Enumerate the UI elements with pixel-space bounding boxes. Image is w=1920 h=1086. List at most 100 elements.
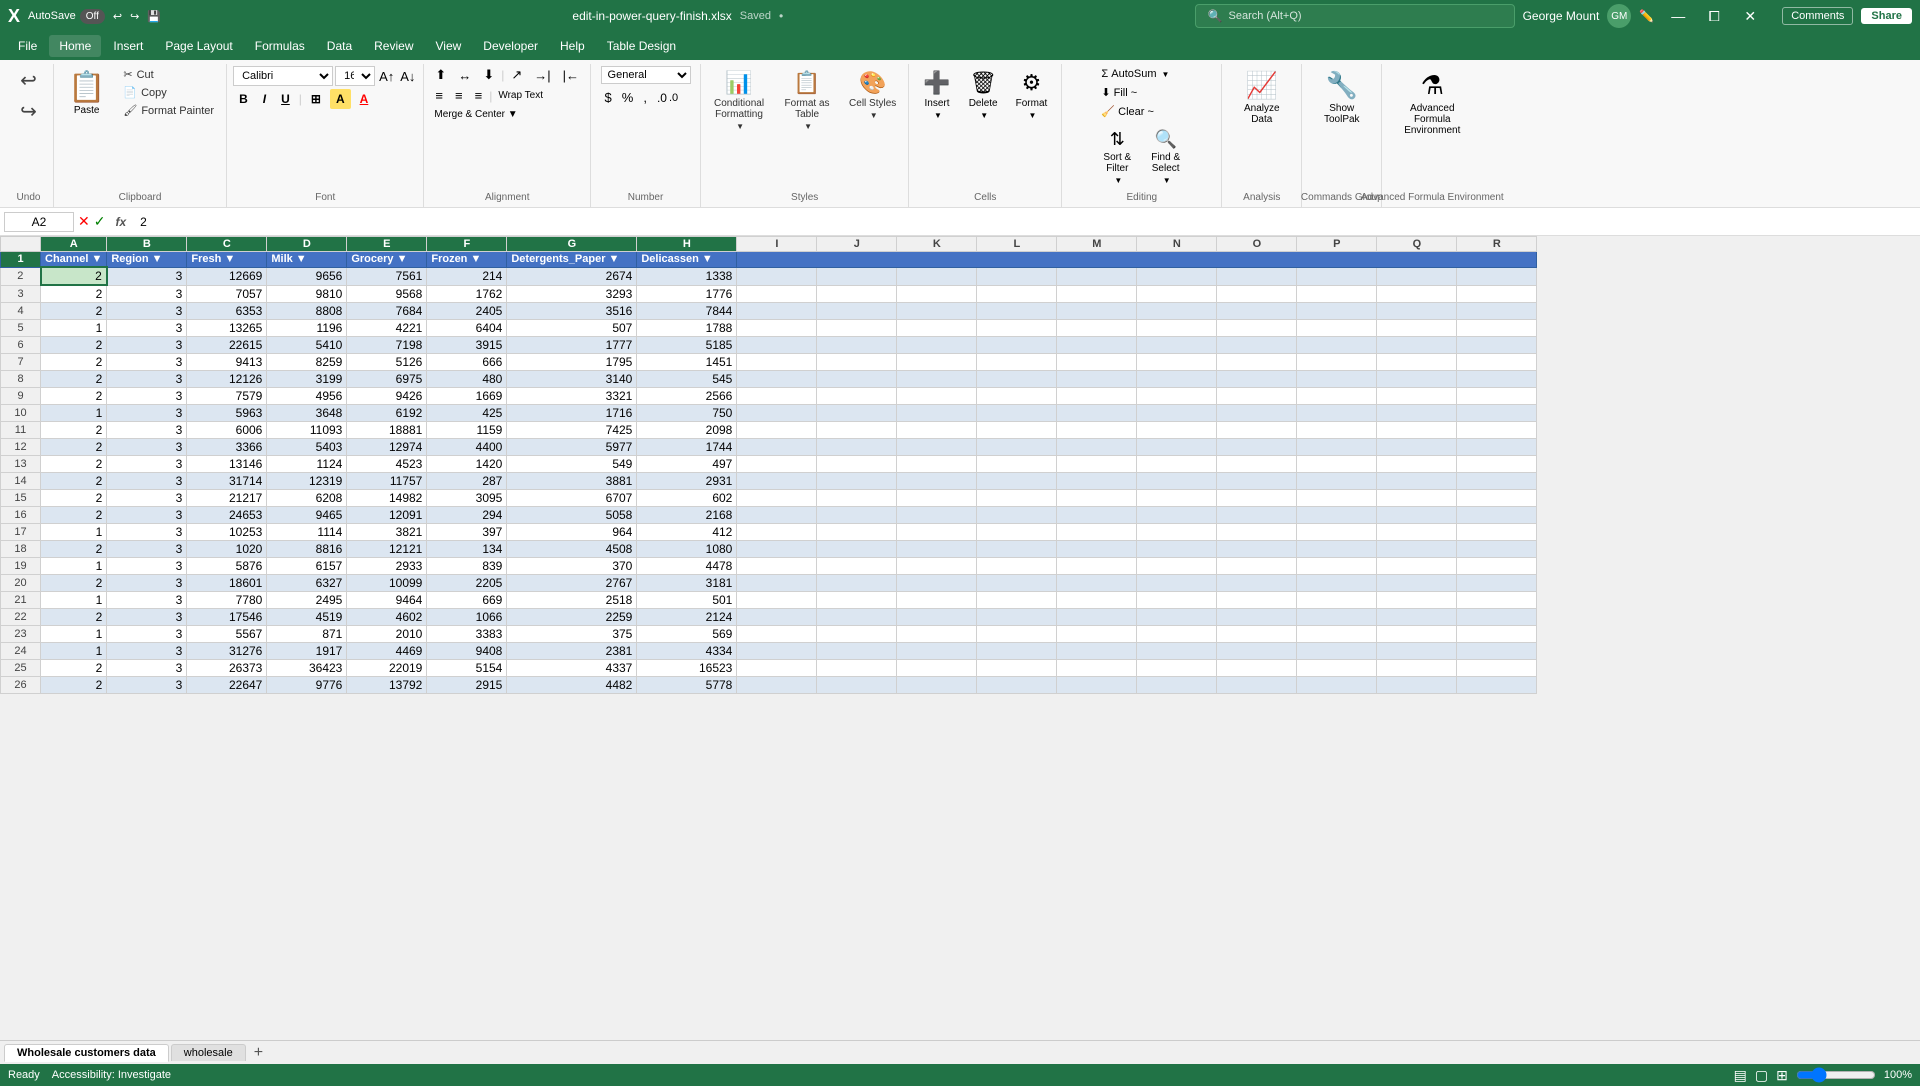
empty-cell[interactable] xyxy=(1057,541,1137,558)
cell-A10[interactable]: 1 xyxy=(41,405,107,422)
align-bottom-button[interactable]: ⬇ xyxy=(478,66,499,84)
empty-cell[interactable] xyxy=(1297,524,1377,541)
wrap-text-button[interactable]: Wrap Text xyxy=(494,88,547,103)
col-header-A[interactable]: A xyxy=(41,237,107,252)
copy-button[interactable]: 📄 Copy xyxy=(117,84,220,101)
cell-G20[interactable]: 2767 xyxy=(507,575,637,592)
empty-cell[interactable] xyxy=(817,541,897,558)
empty-cell[interactable] xyxy=(817,473,897,490)
empty-cell[interactable] xyxy=(1457,558,1537,575)
empty-cell[interactable] xyxy=(977,456,1057,473)
empty-cell[interactable] xyxy=(897,677,977,694)
empty-cell[interactable] xyxy=(1297,507,1377,524)
cell-H16[interactable]: 2168 xyxy=(637,507,737,524)
empty-cell[interactable] xyxy=(1217,303,1297,320)
fill-button[interactable]: ⬇ Fill ~ xyxy=(1095,84,1175,101)
empty-cell[interactable] xyxy=(897,422,977,439)
empty-cell[interactable] xyxy=(977,267,1057,285)
cell-D19[interactable]: 6157 xyxy=(267,558,347,575)
cell-D7[interactable]: 8259 xyxy=(267,354,347,371)
cell-H25[interactable]: 16523 xyxy=(637,660,737,677)
empty-cell[interactable] xyxy=(1137,541,1217,558)
empty-cell[interactable] xyxy=(1057,507,1137,524)
empty-cell[interactable] xyxy=(1297,285,1377,303)
cell-H4[interactable]: 7844 xyxy=(637,303,737,320)
empty-cell[interactable] xyxy=(1297,388,1377,405)
cell-D15[interactable]: 6208 xyxy=(267,490,347,507)
menu-view[interactable]: View xyxy=(426,35,472,57)
zoom-slider[interactable] xyxy=(1796,1067,1876,1083)
col-header-Q[interactable]: Q xyxy=(1377,237,1457,252)
cell-B22[interactable]: 3 xyxy=(107,609,187,626)
cell-G11[interactable]: 7425 xyxy=(507,422,637,439)
cell-A22[interactable]: 2 xyxy=(41,609,107,626)
formula-check-icon[interactable]: ✕ xyxy=(78,213,90,230)
empty-cell[interactable] xyxy=(1217,677,1297,694)
col-header-K[interactable]: K xyxy=(897,237,977,252)
cell-F16[interactable]: 294 xyxy=(427,507,507,524)
cell-E5[interactable]: 4221 xyxy=(347,320,427,337)
empty-cell[interactable] xyxy=(977,285,1057,303)
cell-C26[interactable]: 22647 xyxy=(187,677,267,694)
empty-cell[interactable] xyxy=(1297,643,1377,660)
empty-cell[interactable] xyxy=(817,388,897,405)
cell-B23[interactable]: 3 xyxy=(107,626,187,643)
cell-D4[interactable]: 8808 xyxy=(267,303,347,320)
cell-A4[interactable]: 2 xyxy=(41,303,107,320)
cell-F20[interactable]: 2205 xyxy=(427,575,507,592)
empty-cell[interactable] xyxy=(1137,303,1217,320)
row-num-13[interactable]: 13 xyxy=(1,456,41,473)
cell-G16[interactable]: 5058 xyxy=(507,507,637,524)
cell-E25[interactable]: 22019 xyxy=(347,660,427,677)
cell-D10[interactable]: 3648 xyxy=(267,405,347,422)
cut-button[interactable]: ✂ Cut xyxy=(117,66,220,83)
cell-G14[interactable]: 3881 xyxy=(507,473,637,490)
row-num-7[interactable]: 7 xyxy=(1,354,41,371)
cell-F25[interactable]: 5154 xyxy=(427,660,507,677)
cell-B4[interactable]: 3 xyxy=(107,303,187,320)
empty-cell[interactable] xyxy=(897,507,977,524)
cell-B17[interactable]: 3 xyxy=(107,524,187,541)
cell-F19[interactable]: 839 xyxy=(427,558,507,575)
empty-cell[interactable] xyxy=(817,371,897,388)
empty-cell[interactable] xyxy=(1057,422,1137,439)
cell-A20[interactable]: 2 xyxy=(41,575,107,592)
cell-H15[interactable]: 602 xyxy=(637,490,737,507)
empty-cell[interactable] xyxy=(1377,405,1457,422)
empty-cell[interactable] xyxy=(1137,267,1217,285)
edit-icon[interactable]: ✏️ xyxy=(1639,9,1654,23)
cell-G6[interactable]: 1777 xyxy=(507,337,637,354)
cell-A9[interactable]: 2 xyxy=(41,388,107,405)
formula-enter-icon[interactable]: ✓ xyxy=(94,213,106,230)
empty-cell[interactable] xyxy=(1297,592,1377,609)
empty-cell[interactable] xyxy=(897,303,977,320)
formula-input[interactable] xyxy=(136,213,1916,231)
cell-G22[interactable]: 2259 xyxy=(507,609,637,626)
cell-B2[interactable]: 3 xyxy=(107,267,187,285)
menu-data[interactable]: Data xyxy=(317,35,362,57)
cell-H14[interactable]: 2931 xyxy=(637,473,737,490)
cell-E3[interactable]: 9568 xyxy=(347,285,427,303)
cell-B13[interactable]: 3 xyxy=(107,456,187,473)
empty-cell[interactable] xyxy=(1297,267,1377,285)
cell-A23[interactable]: 1 xyxy=(41,626,107,643)
empty-cell[interactable] xyxy=(737,405,817,422)
empty-cell[interactable] xyxy=(737,524,817,541)
cell-H26[interactable]: 5778 xyxy=(637,677,737,694)
empty-cell[interactable] xyxy=(1057,337,1137,354)
empty-cell[interactable] xyxy=(1297,473,1377,490)
percent-button[interactable]: % xyxy=(618,89,638,106)
font-size-decrease[interactable]: A↓ xyxy=(398,67,417,86)
currency-button[interactable]: $ xyxy=(601,89,616,106)
empty-cell[interactable] xyxy=(1377,388,1457,405)
cell-F17[interactable]: 397 xyxy=(427,524,507,541)
empty-cell[interactable] xyxy=(817,320,897,337)
empty-cell[interactable] xyxy=(737,388,817,405)
empty-cell[interactable] xyxy=(1217,405,1297,422)
cell-H13[interactable]: 497 xyxy=(637,456,737,473)
cell-G25[interactable]: 4337 xyxy=(507,660,637,677)
sort-filter-button[interactable]: ⇅ Sort &Filter ▼ xyxy=(1095,125,1139,189)
cell-G24[interactable]: 2381 xyxy=(507,643,637,660)
empty-cell[interactable] xyxy=(1217,660,1297,677)
empty-cell[interactable] xyxy=(1457,388,1537,405)
